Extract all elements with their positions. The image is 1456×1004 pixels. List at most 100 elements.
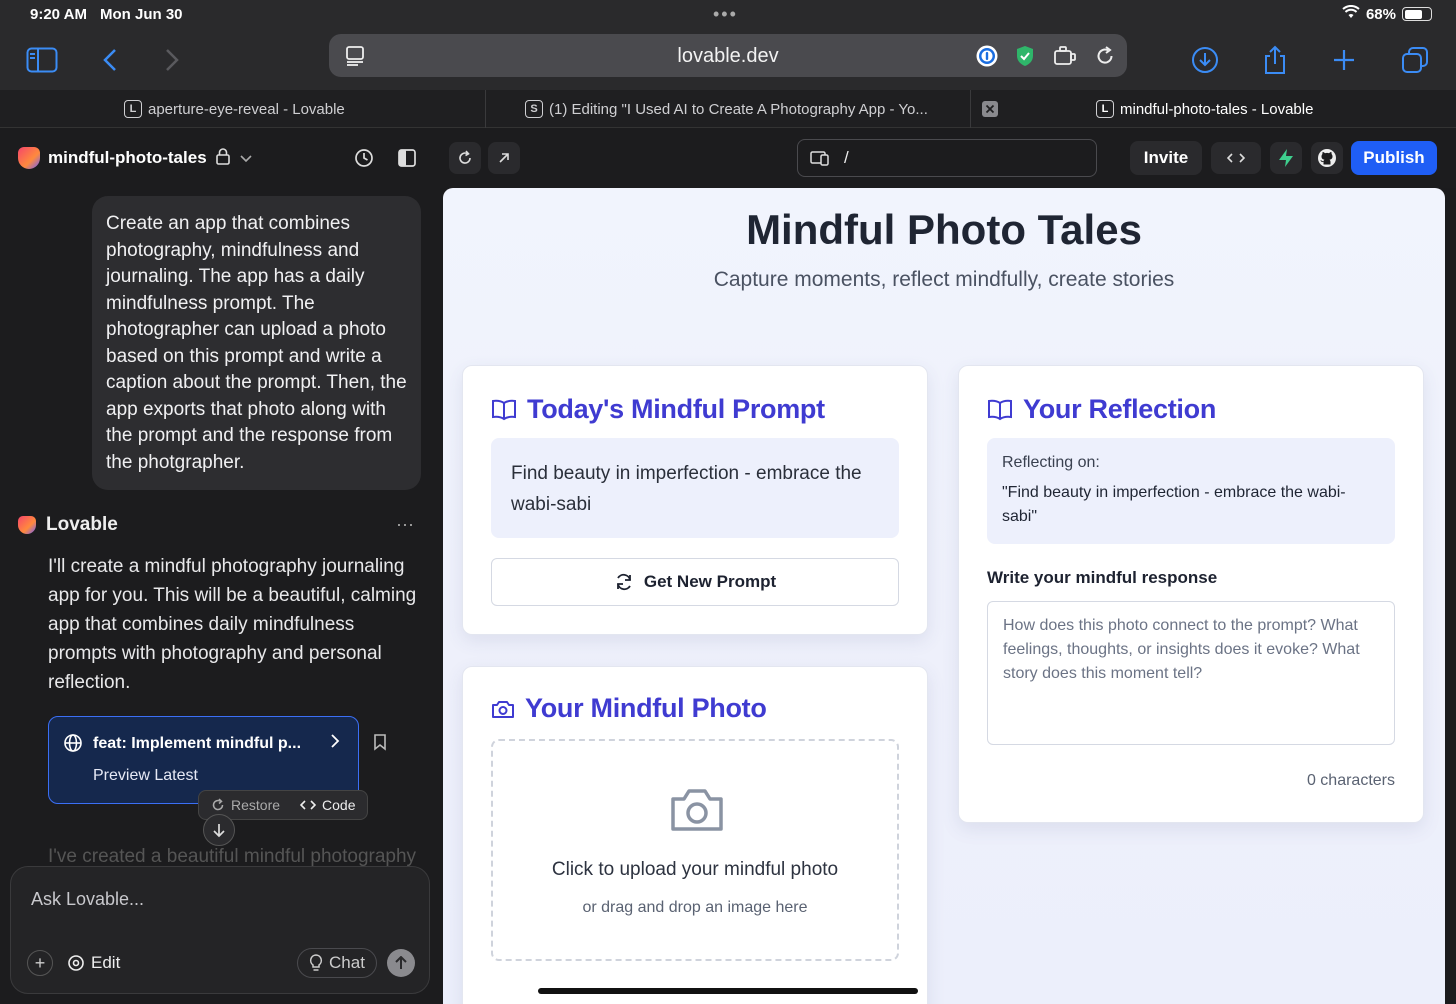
password-manager-icon[interactable] [973, 42, 1001, 70]
route-path: / [844, 148, 849, 167]
new-tab-icon[interactable] [1324, 40, 1364, 80]
back-icon[interactable] [90, 40, 130, 80]
preview-latest-link[interactable]: Preview Latest [93, 767, 198, 785]
assistant-message: I'll create a mindful photography journa… [48, 556, 417, 693]
battery-percent: 68% [1365, 5, 1396, 23]
status-bar: 9:20 AM Mon Jun 30 ••• 68% [0, 0, 1456, 30]
scroll-down-button[interactable] [203, 814, 235, 846]
invite-button[interactable]: Invite [1130, 141, 1202, 175]
reflection-card-heading: Your Reflection [987, 394, 1216, 425]
attach-plus-icon[interactable]: + [27, 950, 53, 976]
code-view-button[interactable] [1211, 142, 1261, 174]
device-icon [810, 151, 829, 166]
faded-message: I've created a beautiful mindful photogr… [48, 846, 417, 866]
bookmark-icon[interactable] [372, 733, 392, 753]
chevron-right-icon [330, 733, 340, 754]
supabase-button[interactable] [1270, 142, 1302, 174]
camera-icon [671, 789, 723, 831]
reflecting-quote: "Find beauty in imperfection - embrace t… [1002, 484, 1346, 525]
chat-input-box[interactable]: Ask Lovable... + Edit Chat [10, 866, 430, 994]
user-message: Create an app that combines photography,… [92, 196, 421, 490]
response-textarea[interactable]: How does this photo connect to the promp… [987, 601, 1395, 745]
refresh-preview-button[interactable] [449, 142, 481, 174]
reflecting-on-box: Reflecting on: "Find beauty in imperfect… [987, 438, 1395, 544]
route-input[interactable]: / [797, 139, 1097, 177]
code-button[interactable]: Code [300, 797, 356, 813]
status-date: Mon Jun 30 [100, 6, 183, 23]
share-icon[interactable] [1255, 40, 1295, 80]
assistant-header: Lovable [18, 514, 118, 536]
drag-drop-hint: or drag and drop an image here [582, 899, 808, 916]
open-external-button[interactable] [488, 142, 520, 174]
chat-input[interactable]: Ask Lovable... [31, 889, 144, 910]
battery-icon [1402, 7, 1432, 21]
reflecting-label: Reflecting on: [1002, 454, 1100, 471]
commit-title: feat: Implement mindful p... [93, 735, 302, 752]
tab-divider [485, 90, 486, 128]
book-open-icon [492, 399, 516, 420]
tab-mindful-photo-tales[interactable]: L mindful-photo-tales - Lovable [1096, 90, 1313, 128]
more-options-icon[interactable]: ··· [396, 514, 414, 535]
arrow-up-right-icon [499, 153, 509, 163]
project-name: mindful-photo-tales [48, 148, 207, 167]
sidebar-toggle-icon[interactable] [22, 40, 62, 80]
chat-mode-button[interactable]: Chat [297, 948, 377, 978]
panel-toggle-icon[interactable] [393, 144, 421, 172]
tab-overview-icon[interactable] [1395, 40, 1435, 80]
status-time: 9:20 AM [30, 6, 87, 23]
edit-button[interactable]: Edit [67, 953, 120, 973]
code-icon [1227, 153, 1245, 163]
arrow-up-icon [395, 956, 407, 969]
tab-favicon: L [124, 100, 142, 118]
multitasking-dots[interactable]: ••• [713, 4, 738, 25]
tab-divider [970, 90, 971, 128]
tab-label: (1) Editing "I Used AI to Create A Photo… [549, 100, 928, 118]
tab-label: mindful-photo-tales - Lovable [1120, 100, 1314, 118]
target-icon [68, 955, 84, 971]
tab-strip: L aperture-eye-reveal - Lovable S (1) Ed… [0, 90, 1456, 128]
send-button[interactable] [387, 949, 415, 977]
chat-panel: mindful-photo-tales Create an app that c… [0, 128, 440, 1004]
app-subtitle: Capture moments, reflect mindfully, crea… [713, 268, 1175, 291]
code-icon [300, 800, 317, 810]
lovable-logo-icon [18, 147, 40, 169]
arrow-down-icon [213, 824, 225, 838]
project-switcher[interactable]: mindful-photo-tales [18, 144, 253, 172]
assistant-name: Lovable [46, 514, 118, 535]
wifi-icon [1342, 5, 1360, 23]
tab-label: aperture-eye-reveal - Lovable [148, 100, 345, 118]
forward-icon[interactable] [152, 40, 192, 80]
tab-favicon: S [525, 100, 543, 118]
tab-close-icon[interactable] [982, 90, 998, 128]
tab-aperture-eye-reveal[interactable]: L aperture-eye-reveal - Lovable [124, 90, 345, 128]
daily-prompt-text: Find beauty in imperfection - embrace th… [491, 438, 899, 538]
home-indicator[interactable] [538, 988, 918, 994]
address-bar[interactable]: lovable.dev [329, 34, 1127, 77]
lovable-logo-icon [18, 516, 36, 534]
status-right: 68% [1342, 5, 1432, 23]
github-button[interactable] [1311, 142, 1343, 174]
character-count: 0 characters [1306, 772, 1395, 789]
history-icon[interactable] [350, 144, 378, 172]
restore-icon [212, 798, 224, 811]
prompt-card-heading: Today's Mindful Prompt [491, 394, 825, 425]
url-text: lovable.dev [677, 45, 779, 67]
get-new-prompt-button[interactable]: Get New Prompt [491, 558, 899, 606]
downloads-icon[interactable] [1185, 40, 1225, 80]
app-preview: Mindful Photo Tales Capture moments, ref… [443, 188, 1445, 1004]
tab-editing-article[interactable]: S (1) Editing "I Used AI to Create A Pho… [525, 90, 928, 128]
tab-favicon: L [1096, 100, 1114, 118]
extension-icon[interactable] [1051, 42, 1079, 70]
book-open-icon [988, 399, 1012, 420]
reload-icon[interactable] [1091, 42, 1119, 70]
restore-button[interactable]: Restore [211, 797, 280, 813]
publish-button[interactable]: Publish [1351, 141, 1437, 175]
upload-instruction: Click to upload your mindful photo [551, 859, 839, 880]
photo-card-heading: Your Mindful Photo [491, 693, 767, 724]
photo-upload-dropzone[interactable]: Click to upload your mindful photo or dr… [491, 739, 899, 961]
lightning-icon [1279, 149, 1293, 167]
lightbulb-icon [309, 954, 323, 971]
response-label: Write your mindful response [987, 568, 1218, 587]
shield-icon[interactable] [1011, 42, 1039, 70]
camera-icon [492, 700, 514, 718]
